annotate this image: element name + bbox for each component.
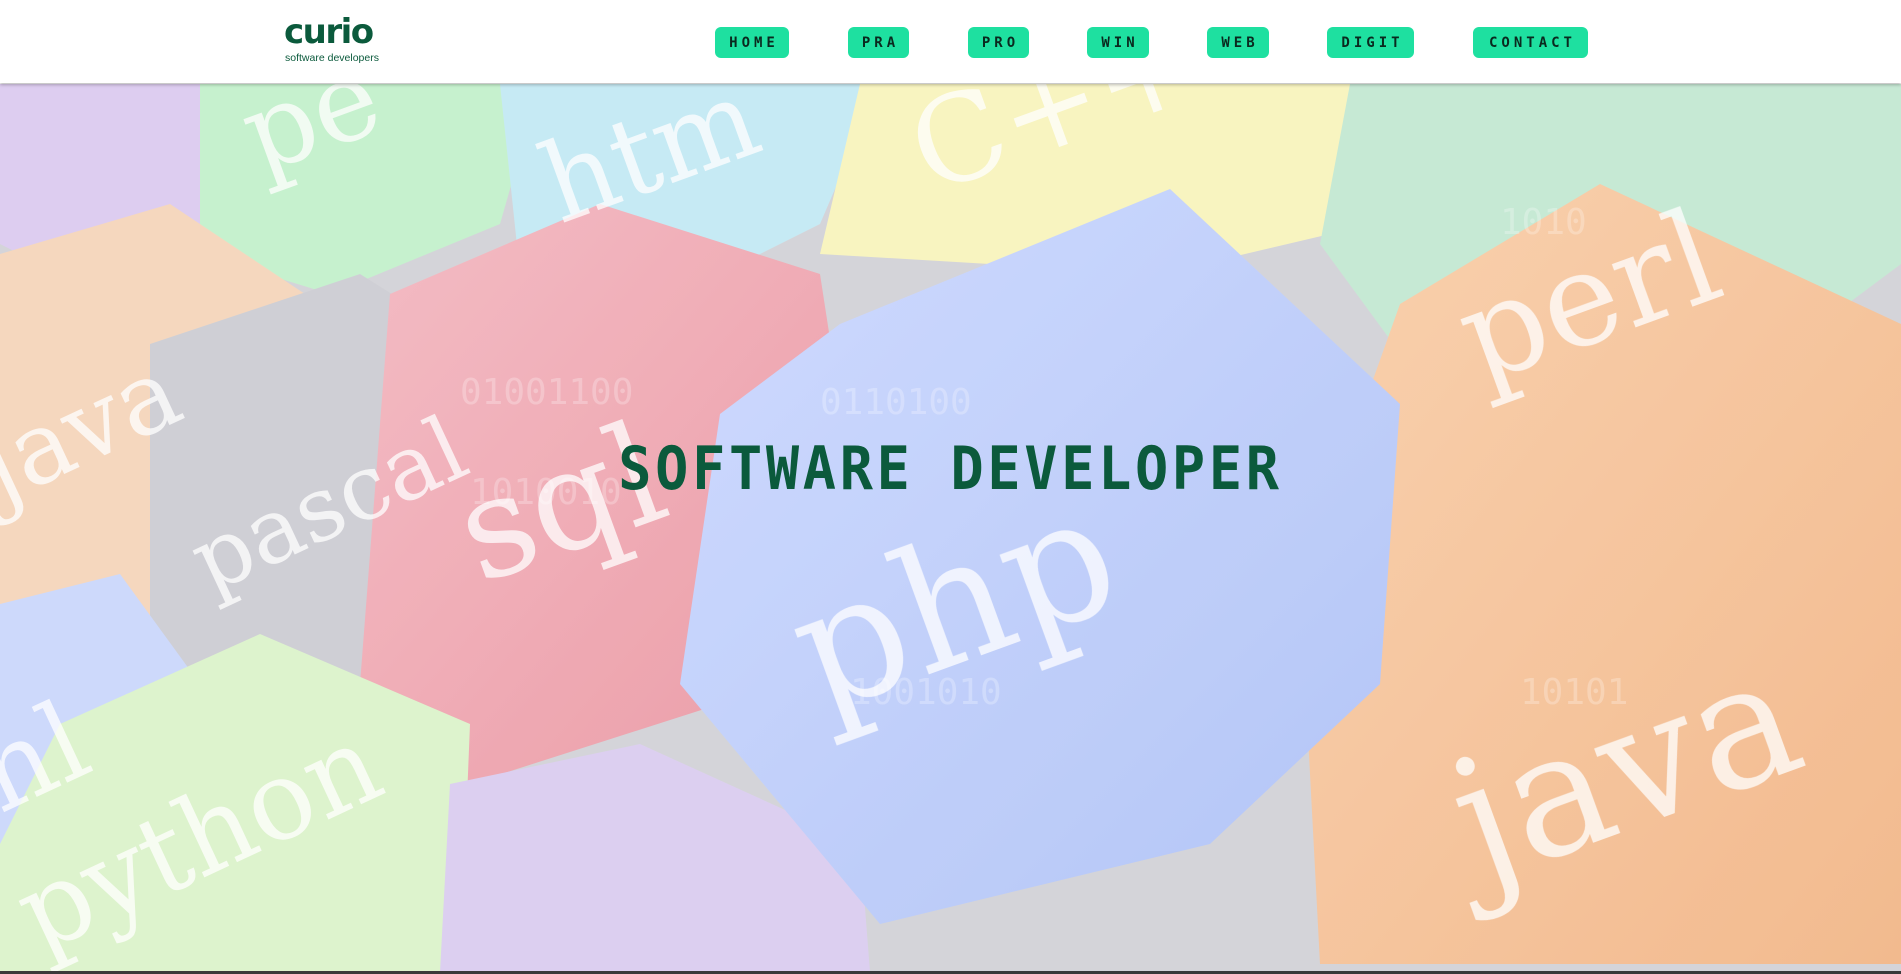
nav-web[interactable]: WEB xyxy=(1207,27,1269,58)
hero-overlay xyxy=(0,84,1901,972)
hero-section: pe htm C++ perl java pascal sql php java… xyxy=(0,84,1901,972)
hero-title: SOFTWARE DEVELOPER xyxy=(618,434,1283,504)
nav-home[interactable]: HOME xyxy=(715,27,789,58)
nav-pro[interactable]: PRO xyxy=(968,27,1029,58)
site-header: curio software developers HOME PRA PRO W… xyxy=(0,0,1901,83)
main-nav: HOME PRA PRO WIN WEB DIGIT CONTACT xyxy=(0,0,1901,83)
nav-pra[interactable]: PRA xyxy=(848,27,909,58)
nav-digit[interactable]: DIGIT xyxy=(1327,27,1414,58)
nav-win[interactable]: WIN xyxy=(1087,27,1149,58)
nav-contact[interactable]: CONTACT xyxy=(1473,27,1588,58)
